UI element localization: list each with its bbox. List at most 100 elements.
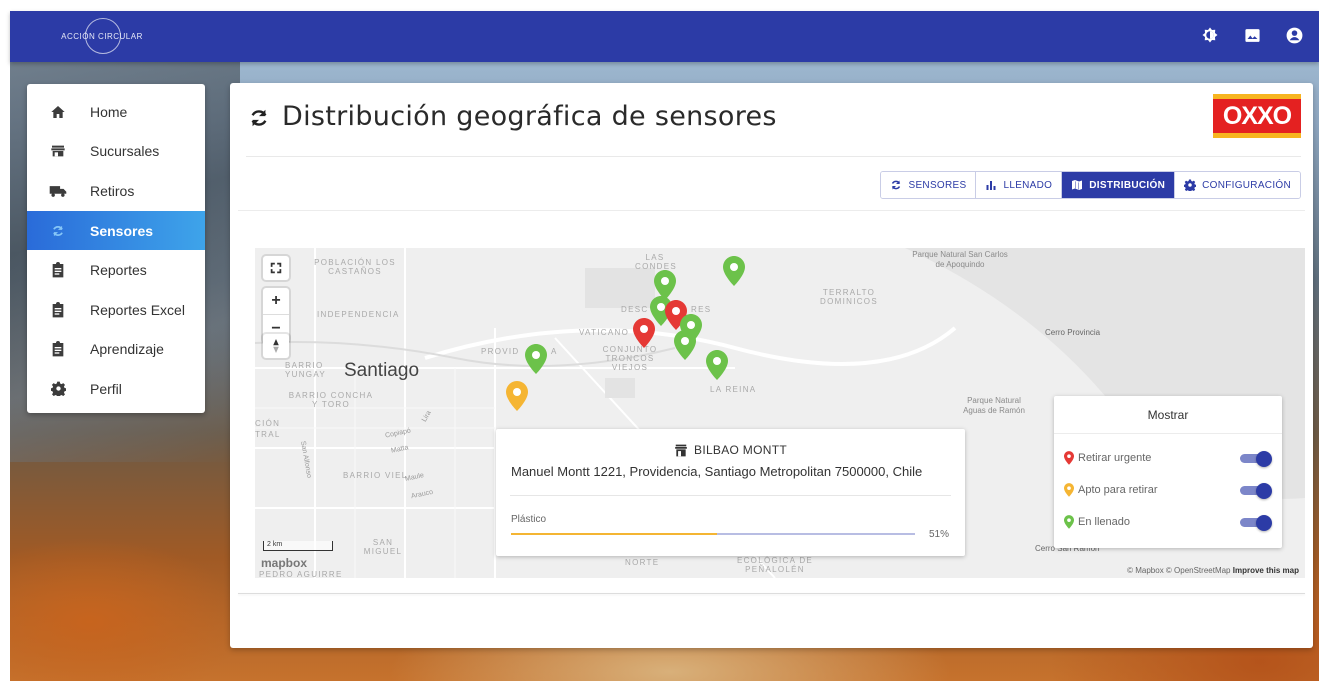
divider (238, 593, 1305, 594)
sidebar-item-label: Sensores (90, 222, 154, 239)
toggle-en-llenado[interactable] (1240, 515, 1272, 531)
popup-material: Plástico (511, 514, 547, 525)
legend-label: Retirar urgente (1078, 452, 1152, 464)
image-icon[interactable] (1241, 24, 1263, 46)
store-icon (675, 444, 687, 456)
map-label-desc: DESC (621, 305, 649, 314)
map-label-las-condes: LAS CONDES (635, 253, 678, 271)
tab-distribucion[interactable]: DISTRIBUCIÓN (1062, 172, 1176, 198)
oxxo-logo: OXXO (1213, 94, 1301, 138)
map-label-independencia: INDEPENDENCIA (317, 310, 400, 319)
mapbox-logo[interactable]: mapbox (261, 556, 307, 570)
gear-icon (49, 380, 67, 398)
sidebar-item-sucursales[interactable]: Sucursales (27, 132, 205, 172)
fill-progress-value (511, 533, 718, 535)
tab-sensores[interactable]: SENSORES (881, 172, 977, 198)
sync-icon (248, 107, 270, 129)
map-label-ecologica: ECOLÓGICA DE PEÑALOLÉN (736, 556, 814, 574)
toggle-retirar-urgente[interactable] (1240, 451, 1272, 467)
sidebar-item-home[interactable]: Home (27, 92, 205, 132)
fill-progress-bar (511, 533, 915, 535)
brand-logo-text: OXXO (1222, 101, 1292, 130)
map-label-conjunto: CONJUNTO TRONCOS VIEJOS (602, 345, 658, 372)
divider (1054, 433, 1282, 434)
map-label-norte: NORTE (625, 558, 660, 567)
tab-configuracion[interactable]: CONFIGURACIÓN (1175, 172, 1300, 198)
map-label-parque-aguas: Parque Natural Aguas de Ramón (963, 396, 1025, 415)
map-label-parque-san-carlos: Parque Natural San Carlos de Apoquindo (912, 250, 1008, 269)
tab-label: LLENADO (1003, 179, 1053, 191)
legend-item-en-llenado: En llenado (1064, 512, 1272, 532)
sidebar-item-label: Reportes Excel (90, 301, 185, 318)
compass-icon (273, 339, 279, 353)
improve-map-link[interactable]: Improve this map (1233, 566, 1299, 575)
compass-button[interactable] (263, 334, 289, 358)
zoom-in-button[interactable]: + (263, 288, 289, 315)
map-label-res: RES (691, 305, 712, 314)
main-panel: Distribución geográfica de sensores OXXO… (230, 83, 1313, 648)
sidebar-item-label: Reportes (90, 262, 147, 279)
page-header: Distribución geográfica de sensores OXXO (246, 94, 1301, 157)
sync-icon (892, 180, 901, 190)
map-label-vaticano: VATICANO (579, 328, 630, 337)
map-label-cion: CIÓN (255, 419, 281, 428)
map-pin-green[interactable] (723, 256, 745, 286)
map-label-barrio-yungay: BARRIO YUNGAY (285, 361, 326, 379)
home-icon (49, 103, 67, 121)
popup-address: Manuel Montt 1221, Providencia, Santiago… (511, 464, 923, 479)
legend-item-retirar-urgente: Retirar urgente (1064, 448, 1272, 468)
legend-title: Mostrar (1147, 408, 1189, 422)
tab-label: CONFIGURACIÓN (1202, 179, 1291, 191)
map-label-santiago: Santiago (344, 360, 420, 381)
bar-chart-icon (986, 181, 996, 190)
legend-item-apto-retirar: Apto para retirar (1064, 480, 1272, 500)
sensor-map[interactable]: POBLACIÓN LOS CASTAÑOS INDEPENDENCIA BAR… (255, 248, 1305, 578)
legend-label: Apto para retirar (1078, 484, 1158, 496)
sidebar-nav: Home Sucursales Retiros Sensores Reporte… (27, 84, 205, 413)
divider (238, 210, 1305, 211)
sidebar-item-label: Perfil (90, 380, 122, 397)
truck-icon (49, 182, 67, 200)
brightness-icon[interactable] (1199, 24, 1221, 46)
map-label-barrio-concha: BARRIO CONCHA Y TORO (288, 391, 374, 409)
sidebar-item-label: Sucursales (90, 143, 160, 160)
sidebar-item-aprendizaje[interactable]: Aprendizaje (27, 330, 205, 370)
view-tabs: SENSORES LLENADO DISTRIBUCIÓN CONFIGURAC… (880, 171, 1301, 199)
map-pin-green[interactable] (525, 344, 547, 374)
map-icon (1072, 180, 1083, 190)
map-label-pedro-aguirre: PEDRO AGUIRRE (259, 570, 343, 578)
sidebar-item-reportes[interactable]: Reportes (27, 250, 205, 290)
sidebar-item-retiros[interactable]: Retiros (27, 171, 205, 211)
tab-llenado[interactable]: LLENADO (976, 172, 1063, 198)
top-app-bar: ACCIÓN CIRCULAR (10, 11, 1319, 62)
map-label-providencia: PROVID (481, 347, 520, 356)
map-label-san-miguel: SAN MIGUEL (363, 538, 403, 556)
store-icon (49, 142, 67, 160)
sidebar-item-reportes-excel[interactable]: Reportes Excel (27, 290, 205, 330)
clipboard-icon (49, 261, 67, 279)
toggle-apto-retirar[interactable] (1240, 483, 1272, 499)
red-pin-icon (1064, 451, 1074, 465)
sync-icon (49, 222, 67, 240)
popup-title: BILBAO MONTT (694, 443, 787, 457)
tab-label: SENSORES (908, 179, 967, 191)
sidebar-item-label: Retiros (90, 182, 135, 199)
map-pin-green[interactable] (674, 330, 696, 360)
map-label-la-reina: LA REINA (710, 385, 757, 394)
tab-label: DISTRIBUCIÓN (1089, 179, 1166, 191)
fullscreen-button[interactable] (263, 256, 289, 280)
app-logo[interactable]: ACCIÓN CIRCULAR (50, 17, 154, 55)
sidebar-item-sensores[interactable]: Sensores (27, 210, 205, 251)
page-title: Distribución geográfica de sensores (282, 101, 777, 132)
map-pin-orange[interactable] (506, 381, 528, 411)
map-pin-green[interactable] (706, 350, 728, 380)
map-label-providencia-end: A (551, 347, 558, 356)
map-scale: 2 km (263, 541, 333, 551)
map-pin-red[interactable] (633, 318, 655, 348)
sensor-popup: BILBAO MONTT Manuel Montt 1221, Providen… (496, 429, 965, 556)
user-circle-icon[interactable] (1283, 24, 1305, 46)
sidebar-item-perfil[interactable]: Perfil (27, 369, 205, 409)
clipboard-icon (49, 340, 67, 358)
fill-percent: 51% (928, 529, 949, 540)
legend-label: En llenado (1078, 516, 1130, 528)
